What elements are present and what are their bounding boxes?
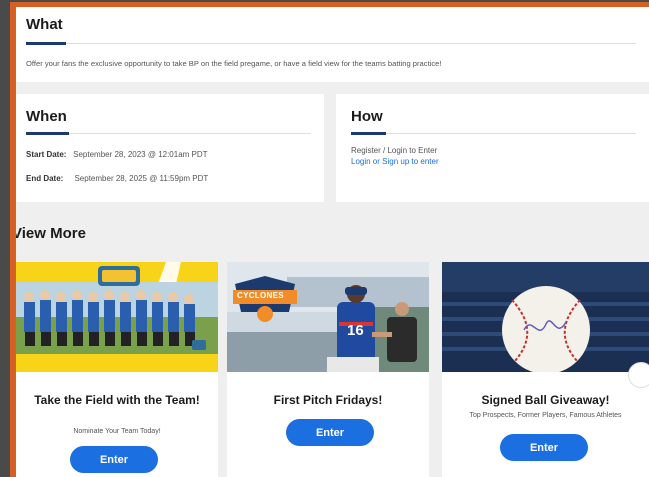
how-divider [386,133,636,134]
page-content: What Offer your fans the exclusive oppor… [16,7,649,477]
promo-card-title: Take the Field with the Team! [34,393,200,407]
enter-button[interactable]: Enter [500,434,588,461]
team-photo-image [16,262,218,372]
enter-button[interactable]: Enter [286,419,374,446]
end-date-label: End Date: [26,174,64,183]
promo-card-take-the-field[interactable]: Take the Field with the Team! Nominate Y… [16,262,218,477]
start-date-row: Start Date: September 28, 2023 @ 12:01am… [26,150,208,159]
promo-card-title: First Pitch Fridays! [273,393,383,407]
start-date-label: Start Date: [26,150,67,159]
promo-card-title: Signed Ball Giveaway! [481,393,610,407]
jersey-number: 16 [347,322,364,339]
what-divider [66,43,636,44]
login-signup-link[interactable]: Login or Sign up to enter [351,157,439,166]
what-section: What Offer your fans the exclusive oppor… [16,7,649,82]
enter-button[interactable]: Enter [70,446,158,473]
promo-card-first-pitch-fridays[interactable]: CYCLONES 16 First Pitch Fridays! Enter [227,262,429,477]
cyclones-logo-text: CYCLONES [237,291,284,300]
carousel-next-button[interactable] [628,362,649,388]
when-divider [69,133,311,134]
what-description: Offer your fans the exclusive opportunit… [26,59,442,68]
promo-card-subtitle: Top Prospects, Former Players, Famous At… [469,412,622,419]
when-section: When Start Date: September 28, 2023 @ 12… [16,94,324,202]
how-section: How Register / Login to Enter Login or S… [336,94,649,202]
how-text: Register / Login to Enter [351,146,438,155]
promo-card-signed-ball-giveaway[interactable]: Signed Ball Giveaway! Top Prospects, For… [442,262,649,477]
what-title: What [26,16,63,33]
how-underline [351,132,386,135]
view-more-heading: View More [16,225,86,242]
first-pitch-photo-image: CYCLONES 16 [227,262,429,372]
when-title: When [26,108,67,125]
orange-frame: What Offer your fans the exclusive oppor… [10,2,649,477]
signed-ball-image [442,262,649,372]
start-date-value: September 28, 2023 @ 12:01am PDT [73,150,208,159]
end-date-value: September 28, 2025 @ 11:59pm PDT [74,174,209,183]
when-underline [26,132,69,135]
what-underline [26,42,66,45]
end-date-row: End Date: September 28, 2025 @ 11:59pm P… [26,174,208,183]
promo-card-subtitle: Nominate Your Team Today! [73,428,161,435]
how-title: How [351,108,383,125]
